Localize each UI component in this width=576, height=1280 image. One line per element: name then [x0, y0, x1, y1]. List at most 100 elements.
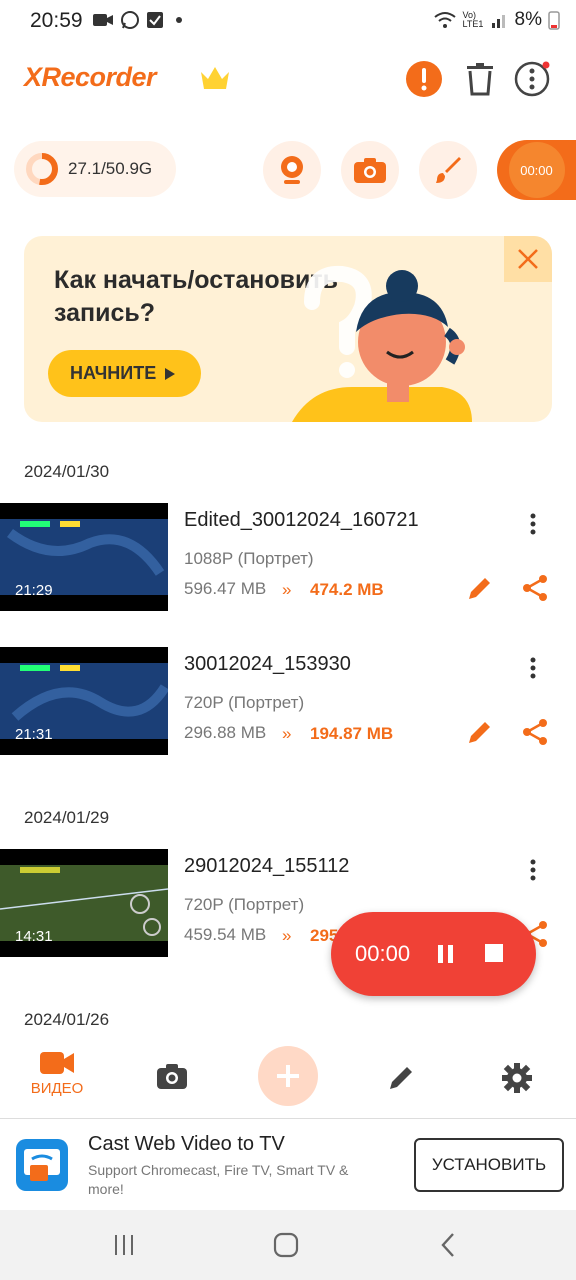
- video-resolution: 720P (Портрет): [184, 693, 305, 712]
- promo-start-button[interactable]: НАЧНИТЕ: [48, 350, 201, 397]
- video-size: 459.54 MB: [184, 925, 267, 944]
- alert-button[interactable]: [404, 59, 444, 99]
- system-nav-bar: [0, 1210, 576, 1280]
- compressed-size: 194.87 MB: [310, 724, 394, 743]
- pencil-icon[interactable]: [465, 573, 495, 603]
- nav-video-label: ВИДЕО: [30, 1080, 84, 1097]
- nav-add-button[interactable]: [258, 1046, 318, 1106]
- video-item[interactable]: 21:31 30012024_153930 720P (Портрет) 296…: [0, 647, 576, 757]
- video-notification-icon: [93, 14, 113, 26]
- more-vert-icon: [530, 513, 536, 535]
- more-vert-icon: [530, 657, 536, 679]
- video-menu-button[interactable]: [520, 855, 546, 885]
- video-menu-button[interactable]: [520, 509, 546, 539]
- nav-screenshots[interactable]: [132, 1062, 212, 1090]
- ad-banner[interactable]: Cast Web Video to TV Support Chromecast,…: [0, 1118, 576, 1210]
- crown-icon[interactable]: [198, 64, 232, 92]
- battery-icon: [548, 11, 560, 30]
- webcam-icon: [281, 156, 303, 184]
- toolbar-row: 27.1/50.9G 00:00: [0, 140, 576, 200]
- play-arrow-icon: [165, 367, 176, 380]
- video-title: Edited_30012024_160721: [184, 509, 419, 531]
- storage-text: 27.1/50.9G: [68, 159, 153, 178]
- cast-app-icon: [16, 1139, 68, 1191]
- trash-button[interactable]: [460, 59, 500, 99]
- brush-button[interactable]: [419, 141, 477, 199]
- video-resolution: 720P (Портрет): [184, 895, 305, 914]
- wifi-icon: [433, 12, 456, 28]
- back-button[interactable]: [428, 1230, 468, 1260]
- camera-icon: [157, 1064, 187, 1089]
- status-time: 20:59: [30, 9, 83, 32]
- promo-start-label: НАЧНИТЕ: [70, 363, 157, 383]
- pencil-icon: [390, 1067, 412, 1089]
- app-header: XRecorder: [0, 50, 576, 110]
- storage-ring-icon: [26, 153, 58, 185]
- dot-icon: [176, 17, 182, 23]
- ad-title: Cast Web Video to TV: [88, 1133, 285, 1155]
- trash-icon: [467, 63, 493, 96]
- floating-recorder[interactable]: 00:00: [331, 912, 536, 996]
- app-logo: XRecorder: [24, 62, 157, 92]
- share-icon[interactable]: [520, 717, 550, 747]
- video-duration: 21:29: [15, 582, 53, 599]
- more-vert-icon: [514, 61, 550, 97]
- close-icon: [518, 249, 538, 269]
- ad-install-button[interactable]: УСТАНОВИТЬ: [414, 1138, 564, 1192]
- share-icon[interactable]: [520, 573, 550, 603]
- more-options-button[interactable]: [512, 59, 552, 99]
- record-button[interactable]: 00:00: [497, 140, 576, 200]
- woman-illustration: [292, 265, 472, 422]
- nav-edit[interactable]: [362, 1062, 442, 1092]
- video-thumbnail[interactable]: 14:31: [0, 849, 168, 957]
- video-size: 596.47 MB: [184, 579, 267, 598]
- date-header: 2024/01/26: [24, 1010, 110, 1029]
- video-duration: 14:31: [15, 928, 53, 945]
- compress-arrow-icon: »: [282, 926, 292, 945]
- bottom-nav: ВИДЕО: [0, 1040, 576, 1118]
- battery-percent: 8%: [514, 9, 542, 30]
- video-size: 296.88 MB: [184, 723, 267, 742]
- recents-icon: [115, 1235, 133, 1255]
- home-icon: [273, 1232, 299, 1258]
- compress-arrow-icon: »: [282, 580, 292, 599]
- video-thumbnail[interactable]: 21:31: [0, 647, 168, 755]
- date-header: 2024/01/29: [24, 808, 110, 827]
- alert-icon: [406, 61, 442, 97]
- status-bar: 20:59 Vo) LTE1 8%: [0, 0, 576, 44]
- promo-close-button[interactable]: [504, 236, 552, 282]
- camera-icon: [354, 158, 386, 183]
- video-thumbnail[interactable]: 21:29: [0, 503, 168, 611]
- nav-video[interactable]: ВИДЕО: [17, 1050, 97, 1097]
- nav-settings[interactable]: [477, 1062, 557, 1094]
- signal-icon: [491, 15, 505, 28]
- compressed-size: 474.2 MB: [310, 580, 384, 599]
- storage-indicator[interactable]: 27.1/50.9G: [14, 141, 176, 197]
- floating-timer: 00:00: [355, 941, 411, 966]
- home-button[interactable]: [266, 1230, 306, 1260]
- plus-icon: [277, 1065, 299, 1087]
- webcam-button[interactable]: [263, 141, 321, 199]
- video-item[interactable]: 21:29 Edited_30012024_160721 1088P (Порт…: [0, 503, 576, 613]
- screenshot-button[interactable]: [341, 141, 399, 199]
- video-title: 29012024_155112: [184, 855, 350, 877]
- pencil-icon[interactable]: [465, 717, 495, 747]
- ad-subtitle: Support Chromecast, Fire TV, Smart TV & …: [88, 1162, 349, 1197]
- network-label: Vo) LTE1: [462, 10, 484, 29]
- video-icon: [40, 1052, 74, 1074]
- date-header: 2024/01/30: [24, 462, 110, 481]
- gear-icon: [502, 1063, 532, 1093]
- recents-button[interactable]: [104, 1230, 144, 1260]
- brush-icon: [436, 157, 461, 183]
- pause-icon[interactable]: [436, 944, 456, 964]
- more-vert-icon: [530, 859, 536, 881]
- back-icon: [441, 1233, 454, 1257]
- notification-icons: [92, 10, 188, 30]
- video-menu-button[interactable]: [520, 653, 546, 683]
- stop-icon[interactable]: [485, 944, 503, 962]
- promo-banner: Как начать/остановить запись? НАЧНИТЕ: [24, 236, 552, 422]
- video-duration: 21:31: [15, 726, 53, 743]
- record-timer: 00:00: [508, 142, 565, 198]
- video-resolution: 1088P (Портрет): [184, 549, 314, 568]
- video-title: 30012024_153930: [184, 653, 351, 675]
